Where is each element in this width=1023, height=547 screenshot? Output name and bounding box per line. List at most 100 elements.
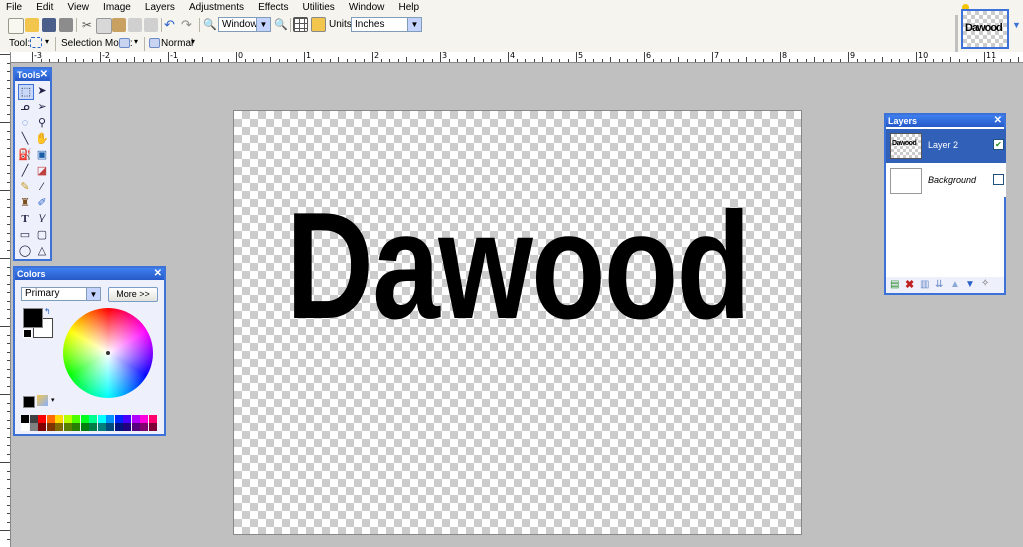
redo-icon[interactable]: ↷ bbox=[181, 18, 195, 32]
rectangle-select-icon[interactable]: ⬚ bbox=[18, 84, 34, 100]
menu-utilities[interactable]: Utilities bbox=[297, 0, 340, 13]
more-colors-button[interactable]: More >> bbox=[108, 287, 158, 302]
image-thumbnail[interactable]: Dawood bbox=[961, 9, 1009, 49]
palette-swatch[interactable] bbox=[72, 415, 80, 423]
palette-swatch[interactable] bbox=[131, 415, 140, 423]
gradient-icon[interactable]: ▣ bbox=[35, 148, 49, 162]
blend-mode-value[interactable]: Normal bbox=[161, 38, 193, 49]
layer-properties-icon[interactable]: ✧ bbox=[981, 278, 989, 289]
print-icon[interactable] bbox=[59, 18, 73, 32]
paintbrush-icon[interactable]: ╱ bbox=[18, 164, 32, 178]
ellipse-select-icon[interactable]: ◌ bbox=[18, 116, 32, 130]
copy-icon[interactable] bbox=[96, 18, 112, 34]
palette-swatch[interactable] bbox=[148, 423, 157, 431]
clone-stamp-icon[interactable]: ♜ bbox=[18, 196, 32, 210]
save-icon[interactable] bbox=[42, 18, 56, 32]
delete-layer-icon[interactable]: ✖ bbox=[905, 278, 914, 291]
zoom-select[interactable]: Window ▼ bbox=[218, 17, 271, 32]
rulers-toggle-icon[interactable] bbox=[311, 17, 326, 32]
palette-swatch[interactable] bbox=[63, 423, 72, 431]
palette-swatch[interactable] bbox=[46, 423, 55, 431]
palette-swatch[interactable] bbox=[38, 415, 46, 423]
palette-swatch[interactable] bbox=[72, 423, 80, 431]
palette-swatch[interactable] bbox=[140, 415, 148, 423]
palette-swatch[interactable] bbox=[106, 415, 114, 423]
chevron-down-icon[interactable]: ▼ bbox=[1012, 20, 1021, 30]
palette-swatch[interactable] bbox=[106, 423, 114, 431]
move-up-icon[interactable]: ▲ bbox=[950, 279, 960, 290]
primary-color-swatch[interactable] bbox=[23, 308, 43, 328]
reset-colors-icon[interactable] bbox=[23, 329, 32, 338]
palette-swatch[interactable] bbox=[21, 415, 29, 423]
chevron-down-icon[interactable]: ▾ bbox=[51, 396, 55, 404]
ellipse-icon[interactable]: ◯ bbox=[18, 244, 32, 258]
new-file-icon[interactable] bbox=[8, 18, 24, 34]
palette-swatch[interactable] bbox=[29, 423, 38, 431]
zoom-in-icon[interactable]: 🔍 bbox=[274, 18, 288, 32]
chevron-down-icon[interactable]: ▾ bbox=[134, 37, 138, 46]
selection-mode-icon[interactable] bbox=[119, 38, 130, 48]
menu-view[interactable]: View bbox=[61, 0, 94, 13]
palette-swatch[interactable] bbox=[55, 423, 63, 431]
open-folder-icon[interactable] bbox=[25, 18, 39, 32]
rounded-rectangle-icon[interactable]: ▢ bbox=[35, 228, 49, 242]
palette-swatch[interactable] bbox=[38, 423, 46, 431]
freeform-shape-icon[interactable]: △ bbox=[35, 244, 49, 258]
eraser-icon[interactable]: ◪ bbox=[35, 164, 49, 178]
add-layer-icon[interactable]: ▤ bbox=[890, 279, 899, 290]
units-select[interactable]: Inches ▼ bbox=[351, 17, 422, 32]
menu-effects[interactable]: Effects bbox=[252, 0, 293, 13]
recolor-icon[interactable]: ✐ bbox=[35, 196, 49, 210]
crop-icon[interactable] bbox=[128, 18, 142, 32]
menu-layers[interactable]: Layers bbox=[139, 0, 180, 13]
zoom-out-icon[interactable]: 🔍 bbox=[203, 18, 217, 32]
palette-swatch[interactable] bbox=[114, 415, 123, 423]
palette-swatch[interactable] bbox=[63, 415, 72, 423]
close-icon[interactable]: ✕ bbox=[40, 69, 48, 81]
close-icon[interactable]: ✕ bbox=[154, 268, 162, 280]
layer-visibility-checkbox[interactable] bbox=[993, 174, 1004, 185]
palette-swatch[interactable] bbox=[123, 423, 131, 431]
layer-row-background[interactable]: Background bbox=[886, 163, 1006, 197]
duplicate-layer-icon[interactable]: ▥ bbox=[920, 279, 929, 290]
move-selection-icon[interactable]: ➢ bbox=[35, 100, 49, 114]
line-curve-icon[interactable]: \∕ bbox=[35, 212, 49, 226]
menu-help[interactable]: Help bbox=[392, 0, 424, 13]
paste-icon[interactable] bbox=[112, 18, 126, 32]
palette-swatch[interactable] bbox=[80, 423, 89, 431]
palette-swatch[interactable] bbox=[89, 423, 97, 431]
zoom-icon[interactable]: ⚲ bbox=[35, 116, 49, 130]
palette-swatch[interactable] bbox=[140, 423, 148, 431]
palette-menu-icon[interactable] bbox=[37, 395, 48, 406]
menu-edit[interactable]: Edit bbox=[30, 0, 58, 13]
text-tool-icon[interactable]: T bbox=[18, 212, 32, 226]
color-wheel[interactable] bbox=[63, 308, 153, 398]
pencil-icon[interactable]: ✎ bbox=[18, 180, 32, 194]
palette-swatch[interactable] bbox=[131, 423, 140, 431]
move-selected-icon[interactable]: ➤ bbox=[35, 84, 49, 98]
palette-swatch[interactable] bbox=[89, 415, 97, 423]
palette-swatch[interactable] bbox=[55, 415, 63, 423]
palette-swatch[interactable] bbox=[148, 415, 157, 423]
palette-swatch[interactable] bbox=[114, 423, 123, 431]
paint-bucket-icon[interactable]: ⛽ bbox=[18, 148, 32, 162]
menu-adjustments[interactable]: Adjustments bbox=[183, 0, 249, 13]
undo-icon[interactable]: ↶ bbox=[164, 18, 178, 32]
menu-file[interactable]: File bbox=[0, 0, 27, 13]
menu-image[interactable]: Image bbox=[97, 0, 136, 13]
grid-toggle-icon[interactable] bbox=[293, 17, 308, 32]
deselect-icon[interactable] bbox=[144, 18, 158, 32]
cut-icon[interactable]: ✂ bbox=[80, 18, 94, 32]
rectangle-select-icon[interactable] bbox=[30, 37, 42, 48]
swap-colors-icon[interactable]: ↰ bbox=[44, 307, 51, 316]
palette-black-icon[interactable] bbox=[23, 396, 35, 408]
chevron-down-icon[interactable]: ▾ bbox=[45, 37, 49, 46]
palette-swatch[interactable] bbox=[21, 423, 29, 431]
rectangle-icon[interactable]: ▭ bbox=[18, 228, 32, 242]
layer-visibility-checkbox[interactable]: ✔ bbox=[993, 139, 1004, 150]
merge-down-icon[interactable]: ⇊ bbox=[935, 279, 943, 290]
move-down-icon[interactable]: ▼ bbox=[965, 279, 975, 290]
magic-wand-icon[interactable]: ╲ bbox=[18, 132, 32, 146]
palette-swatch[interactable] bbox=[123, 415, 131, 423]
palette-swatch[interactable] bbox=[97, 423, 106, 431]
